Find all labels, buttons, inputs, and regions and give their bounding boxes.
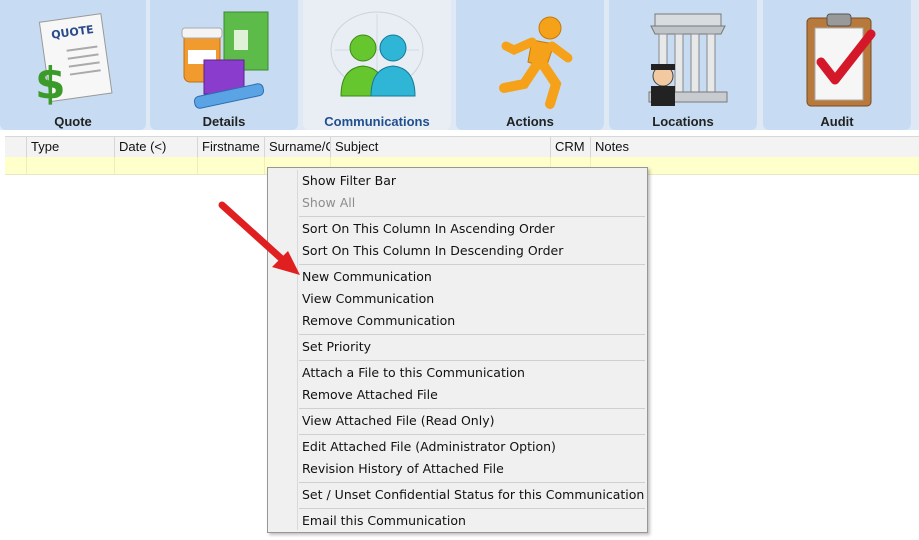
menu-separator: [299, 216, 645, 217]
column-header-firstname[interactable]: Firstname: [198, 137, 265, 157]
column-header-type[interactable]: Type: [27, 137, 115, 157]
menu-item-view-communication[interactable]: View Communication: [302, 288, 434, 310]
menu-item-remove-communication[interactable]: Remove Communication: [302, 310, 455, 332]
menu-separator: [299, 360, 645, 361]
menu-item-confidential-status[interactable]: Set / Unset Confidential Status for this…: [302, 484, 644, 506]
row-indicator-header: [5, 137, 27, 157]
locations-icon: [648, 13, 728, 106]
menu-item-set-priority[interactable]: Set Priority: [302, 336, 371, 358]
menu-separator: [299, 434, 645, 435]
menu-item-edit-attached-file[interactable]: Edit Attached File (Administrator Option…: [302, 436, 556, 458]
menu-item-new-communication[interactable]: New Communication: [302, 266, 432, 288]
menu-item-remove-attached-file[interactable]: Remove Attached File: [302, 384, 438, 406]
tab-communications[interactable]: Communications: [303, 0, 451, 130]
filter-cell-date[interactable]: [115, 157, 198, 174]
menu-item-sort-ascending[interactable]: Sort On This Column In Ascending Order: [302, 218, 555, 240]
filter-cell: [5, 157, 27, 174]
column-header-subject[interactable]: Subject: [331, 137, 551, 157]
tab-label: Actions: [506, 114, 554, 129]
tab-locations[interactable]: Locations: [609, 0, 757, 130]
menu-separator: [299, 508, 645, 509]
grid-header: Type Date (<) Firstname Surname/C Subjec…: [5, 136, 919, 158]
tab-label: Locations: [652, 114, 714, 129]
tab-quote[interactable]: QUOTE $ Quote: [0, 0, 146, 130]
tab-audit[interactable]: Audit: [763, 0, 911, 130]
menu-item-view-attached-file[interactable]: View Attached File (Read Only): [302, 410, 494, 432]
details-icon: [181, 11, 269, 109]
tab-actions[interactable]: Actions: [456, 0, 604, 130]
module-tab-strip: QUOTE $ Quote Details Communications Act…: [0, 0, 919, 130]
annotation-arrow-icon: [218, 201, 300, 275]
tab-label: Details: [202, 114, 246, 129]
menu-separator: [299, 482, 645, 483]
menu-item-show-filter-bar[interactable]: Show Filter Bar: [302, 170, 396, 192]
menu-item-sort-descending[interactable]: Sort On This Column In Descending Order: [302, 240, 563, 262]
menu-item-revision-history[interactable]: Revision History of Attached File: [302, 458, 504, 480]
column-header-surname[interactable]: Surname/C: [265, 137, 331, 157]
audit-icon: [806, 13, 876, 107]
column-header-date[interactable]: Date (<): [115, 137, 198, 157]
menu-item-email-communication[interactable]: Email this Communication: [302, 510, 466, 532]
tab-label: Audit: [820, 114, 854, 129]
tab-details[interactable]: Details: [150, 0, 298, 130]
context-menu: Show Filter Bar Show All Sort On This Co…: [267, 167, 648, 533]
menu-item-attach-file[interactable]: Attach a File to this Communication: [302, 362, 525, 384]
menu-separator: [299, 334, 645, 335]
tab-label: Quote: [54, 114, 92, 129]
column-header-notes[interactable]: Notes: [591, 137, 919, 157]
menu-separator: [299, 408, 645, 409]
actions-icon: [499, 16, 573, 109]
quote-icon: QUOTE $: [35, 13, 113, 109]
filter-cell-type[interactable]: [27, 157, 115, 174]
menu-separator: [299, 264, 645, 265]
column-header-crm[interactable]: CRM: [551, 137, 591, 157]
svg-text:$: $: [35, 58, 66, 109]
tab-label: Communications: [324, 114, 430, 129]
communications-icon: [330, 11, 424, 97]
filter-cell-firstname[interactable]: [198, 157, 265, 174]
